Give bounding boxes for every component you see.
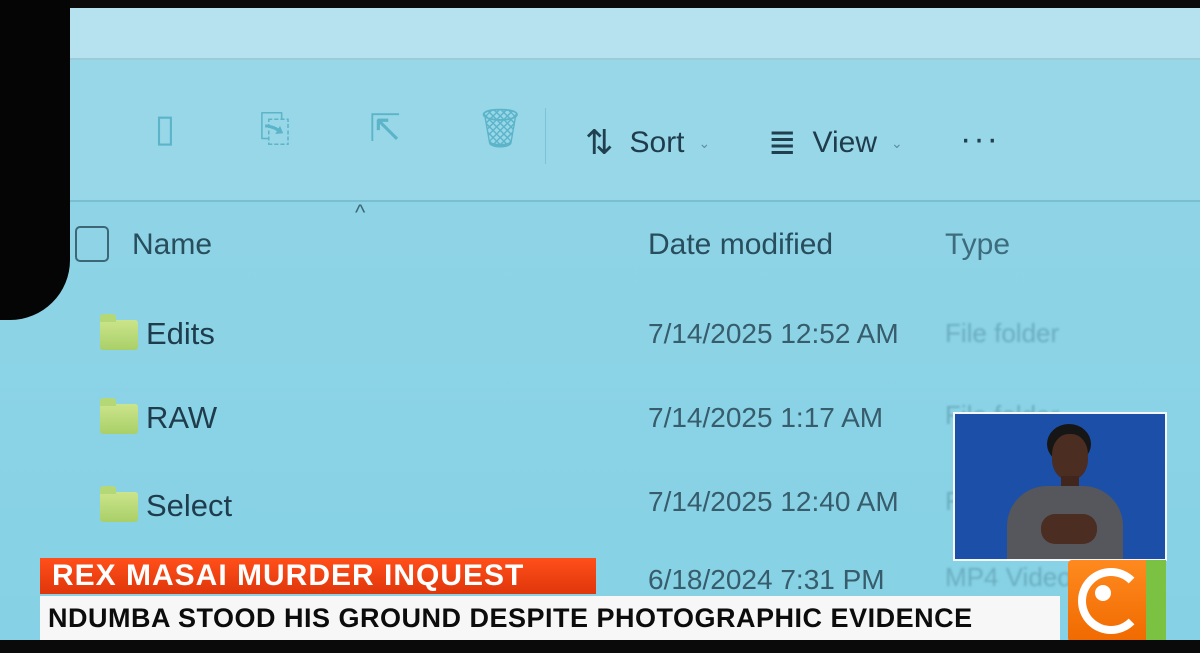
file-name: Edits xyxy=(146,316,215,351)
channel-logo xyxy=(1068,560,1166,642)
more-options-button[interactable]: ··· xyxy=(960,120,1000,159)
toolbar-separator xyxy=(545,108,546,164)
column-header-date-modified[interactable]: Date modified xyxy=(648,228,833,262)
folder-icon xyxy=(100,398,138,434)
share-icon[interactable]: ⇱ xyxy=(368,106,402,152)
sort-ascending-icon: ^ xyxy=(355,200,366,225)
select-all-checkbox[interactable] xyxy=(75,226,109,262)
foreground-silhouette xyxy=(0,0,70,320)
sign-language-interpreter-inset xyxy=(953,412,1167,561)
file-type: File folder xyxy=(945,318,1060,348)
file-date: 7/14/2025 1:17 AM xyxy=(648,402,884,433)
column-header-type[interactable]: Type xyxy=(945,228,1010,262)
folder-icon xyxy=(100,314,138,350)
view-button[interactable]: ≣ View ⌄ xyxy=(768,118,903,168)
file-date: 6/18/2024 7:31 PM xyxy=(648,564,885,595)
view-label: View xyxy=(812,126,877,159)
file-name: RAW xyxy=(146,400,218,435)
file-date: 7/14/2025 12:52 AM xyxy=(648,318,899,349)
file-type: MP4 Video xyxy=(945,562,1072,592)
file-name: Select xyxy=(146,488,233,523)
delete-icon[interactable]: 🗑 xyxy=(476,106,524,152)
sort-label: Sort xyxy=(629,126,685,159)
sort-button[interactable]: ⇅ Sort ⌄ xyxy=(585,118,710,168)
column-header-name[interactable]: Name xyxy=(132,228,212,262)
folder-icon xyxy=(100,486,138,522)
rename-icon[interactable]: ⎘ xyxy=(258,106,292,152)
sort-icon: ⇅ xyxy=(585,124,614,162)
news-subheadline-banner: NDUMBA STOOD HIS GROUND DESPITE PHOTOGRA… xyxy=(40,596,1060,640)
file-row[interactable]: Edits 7/14/2025 12:52 AM File folder xyxy=(0,296,1200,366)
bottom-edge xyxy=(0,640,1200,653)
copy-icon[interactable]: ▯ xyxy=(148,106,182,152)
news-headline-banner: REX MASAI MURDER INQUEST xyxy=(40,558,596,594)
list-view-icon: ≣ xyxy=(768,124,797,162)
file-date: 7/14/2025 12:40 AM xyxy=(648,486,899,517)
chevron-down-icon: ⌄ xyxy=(890,134,903,151)
title-bar xyxy=(0,8,1200,60)
chevron-down-icon: ⌄ xyxy=(698,134,711,151)
